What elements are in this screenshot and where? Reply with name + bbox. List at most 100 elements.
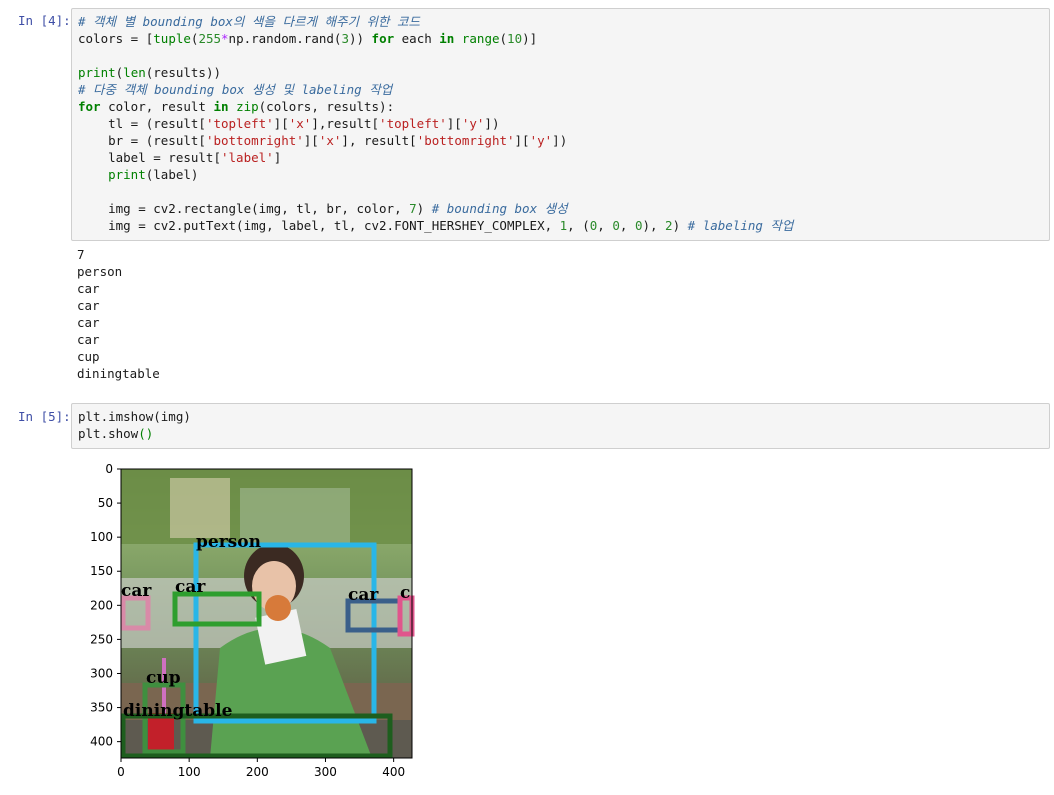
code-line: plt.show(): [78, 425, 191, 442]
code-line: print(label): [78, 166, 793, 183]
code-token: (): [138, 426, 154, 441]
code-line: label = result['label']: [78, 149, 793, 166]
code-line: # 객체 별 bounding box의 색을 다르게 해주기 위한 코드: [78, 13, 793, 30]
output-line: car: [77, 298, 100, 313]
code-token: ][: [446, 116, 462, 131]
code-token: )]: [522, 31, 538, 46]
code-token: ]): [484, 116, 500, 131]
label-car-2: car: [175, 577, 206, 597]
code-token: 2: [665, 218, 673, 233]
code-token: ,: [597, 218, 613, 233]
code-token: in: [439, 31, 455, 46]
cell-4-prompt: In [4]:: [18, 13, 71, 28]
output-line: car: [77, 315, 100, 330]
code-token: ): [416, 201, 432, 216]
output-line: car: [77, 281, 100, 296]
code-token: br = (result[: [78, 133, 206, 148]
code-editor[interactable]: plt.imshow(img) plt.show(): [78, 408, 191, 442]
y-tick-label: 50: [98, 496, 113, 510]
code-token: print: [108, 167, 146, 182]
code-token: for: [78, 99, 101, 114]
code-token: 3: [341, 31, 349, 46]
y-tick-label: 150: [90, 564, 113, 578]
cell-4-input[interactable]: # 객체 별 bounding box의 색을 다르게 해주기 위한 코드 col…: [71, 8, 1050, 241]
code-token: (: [499, 31, 508, 46]
code-token: 10: [507, 31, 523, 46]
y-tick-label: 350: [90, 701, 113, 715]
code-token: # 객체 별 bounding box의 색을 다르게 해주기 위한 코드: [78, 14, 421, 29]
code-token: 'topleft': [379, 116, 447, 131]
code-token: 'bottomright': [205, 133, 304, 148]
code-token: , (: [567, 218, 590, 233]
code-token: zip: [236, 99, 259, 114]
label-car-4: c: [400, 583, 410, 603]
output-line: car: [77, 332, 100, 347]
y-axis: 0 50 100 150 200 250 300 350 400: [90, 462, 121, 749]
code-line: br = (result['bottomright']['x'], result…: [78, 132, 793, 149]
output-line: diningtable: [77, 366, 160, 381]
cell-5-input[interactable]: plt.imshow(img) plt.show(): [71, 403, 1050, 449]
code-token: 255: [198, 31, 222, 46]
code-token: 'y': [461, 116, 485, 131]
code-line: tl = (result['topleft']['x'],result['top…: [78, 115, 793, 132]
label-car-1: car: [121, 581, 152, 601]
code-token: colors = [: [78, 31, 154, 46]
code-token: tuple: [153, 31, 191, 46]
code-token: tl = (result[: [78, 116, 206, 131]
y-tick-label: 100: [90, 530, 113, 544]
x-tick-label: 100: [178, 765, 201, 779]
code-token: 'topleft': [205, 116, 274, 131]
code-token: ),: [642, 218, 666, 233]
code-token: range: [461, 31, 500, 46]
label-car-3: car: [348, 585, 379, 605]
imshow-figure: person car car car c cup diningtable 0 50…: [90, 462, 415, 779]
code-line: img = cv2.putText(img, label, tl, cv2.FO…: [78, 217, 793, 234]
x-tick-label: 400: [382, 765, 405, 779]
code-editor[interactable]: # 객체 별 bounding box의 색을 다르게 해주기 위한 코드 col…: [78, 13, 793, 234]
label-diningtable: diningtable: [123, 701, 233, 721]
code-token: ,: [619, 218, 635, 233]
x-tick-label: 300: [314, 765, 337, 779]
code-token: (colors, results):: [258, 99, 395, 114]
code-token: (label): [145, 167, 199, 182]
x-axis: 0 100 200 300 400: [117, 758, 405, 779]
code-token: *: [221, 31, 229, 46]
code-token: ][: [303, 133, 319, 148]
code-token: np.random.rand(: [228, 31, 342, 46]
code-token: ],result[: [311, 116, 380, 131]
code-line: img = cv2.rectangle(img, tl, br, color, …: [78, 200, 793, 217]
y-tick-label: 200: [90, 598, 113, 612]
code-token: 'label': [221, 150, 274, 165]
code-line: # 다중 객체 bounding box 생성 및 labeling 작업: [78, 81, 793, 98]
code-token: for: [371, 31, 395, 46]
code-token: # labeling 작업: [687, 218, 794, 233]
output-line: cup: [77, 349, 100, 364]
x-tick-label: 200: [246, 765, 269, 779]
code-line: for color, result in zip(colors, results…: [78, 98, 793, 115]
code-token: ]: [273, 150, 282, 165]
code-token: ], result[: [341, 133, 417, 148]
code-token: color, result: [100, 99, 214, 114]
code-token: )): [348, 31, 372, 46]
code-token: 'x': [288, 116, 312, 131]
code-token: plt.show: [78, 426, 139, 441]
code-token: label = result[: [78, 150, 221, 165]
y-tick-label: 400: [90, 735, 113, 749]
code-token: img = cv2.rectangle(img, tl, br, color,: [78, 201, 410, 216]
cell-5-prompt: In [5]:: [18, 409, 71, 424]
code-line: colors = [tuple (255*np.random.rand(3)) f…: [78, 30, 793, 47]
code-token: ][: [273, 116, 289, 131]
code-token: in: [213, 99, 229, 114]
y-tick-label: 300: [90, 666, 113, 680]
label-person: person: [196, 532, 261, 552]
code-token: ][: [514, 133, 530, 148]
code-line: plt.imshow(img): [78, 408, 191, 425]
code-token: (results)): [145, 65, 222, 80]
code-token: ]): [552, 133, 568, 148]
code-token: 'x': [318, 133, 342, 148]
output-line: person: [77, 264, 123, 279]
